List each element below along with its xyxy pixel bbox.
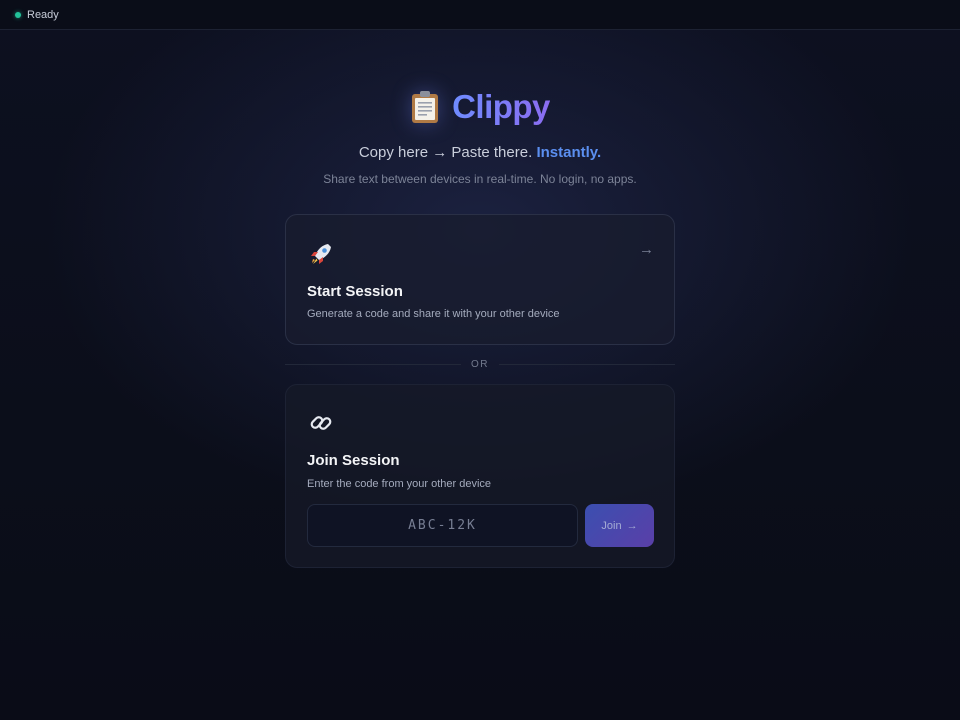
or-divider: OR xyxy=(285,356,675,372)
join-session-title: Join Session xyxy=(307,452,400,469)
clipboard-icon xyxy=(410,90,440,124)
tagline-lead: Copy here → Paste there. xyxy=(358,144,533,161)
divider-line-left xyxy=(285,363,461,365)
join-session-card: Join Session Enter the code from your ot… xyxy=(285,384,675,568)
tagline: Copy here → Paste there. Instantly. xyxy=(0,144,960,161)
status-indicator-dot xyxy=(15,11,21,18)
start-session-title: Start Session xyxy=(307,283,403,300)
brand-header: Clippy xyxy=(0,84,960,130)
status-bar: Ready xyxy=(0,0,960,30)
subtagline: Share text between devices in real-time.… xyxy=(323,172,637,186)
join-button-label: Join xyxy=(601,519,622,532)
link-icon xyxy=(308,410,334,436)
arrow-right-icon: → xyxy=(626,519,638,532)
app-title: Clippy xyxy=(452,88,550,125)
start-session-description: Generate a code and share it with your o… xyxy=(307,308,560,320)
start-session-card[interactable]: → Start Session Generate a code and shar… xyxy=(285,214,675,345)
tagline-accent: Instantly. xyxy=(536,144,602,161)
divider-label: OR xyxy=(471,358,489,370)
session-code-input[interactable] xyxy=(307,504,578,547)
divider-line-right xyxy=(499,363,675,365)
arrow-right-icon: → xyxy=(639,241,654,258)
status-text: Ready xyxy=(27,8,59,21)
join-button[interactable]: Join → xyxy=(585,504,654,547)
rocket-icon xyxy=(308,241,334,267)
join-session-description: Enter the code from your other device xyxy=(307,478,492,490)
